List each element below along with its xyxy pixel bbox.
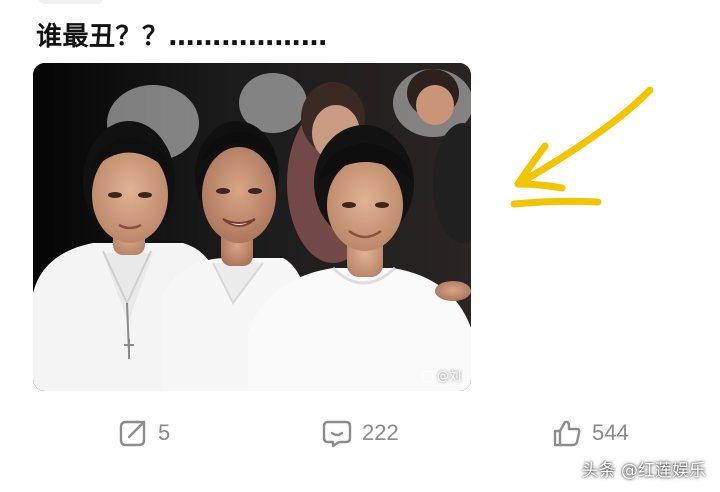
post-action-bar: 5 222 544 bbox=[0, 412, 720, 454]
post-text: 谁最丑？？……………… bbox=[36, 22, 328, 52]
like-count: 544 bbox=[592, 420, 629, 445]
image-watermark: @刘 bbox=[421, 369, 461, 383]
thumbs-up-icon bbox=[553, 420, 581, 447]
image-watermark-text: @刘 bbox=[436, 369, 461, 383]
post-photo[interactable]: @刘 bbox=[33, 63, 471, 391]
camera-icon bbox=[421, 370, 433, 382]
photo-illustration bbox=[33, 63, 471, 391]
yellow-arrow-icon bbox=[510, 86, 654, 208]
top-partial-element bbox=[38, 0, 104, 4]
share-edit-icon bbox=[119, 420, 146, 447]
comment-count: 222 bbox=[362, 420, 399, 445]
like-button[interactable]: 544 bbox=[552, 412, 629, 454]
repost-button[interactable]: 5 bbox=[118, 412, 170, 454]
source-watermark: 头条 @红莲娱乐 bbox=[581, 461, 706, 481]
comment-bubble-icon bbox=[322, 420, 352, 448]
comment-button[interactable]: 222 bbox=[322, 412, 399, 454]
repost-count: 5 bbox=[158, 420, 171, 445]
